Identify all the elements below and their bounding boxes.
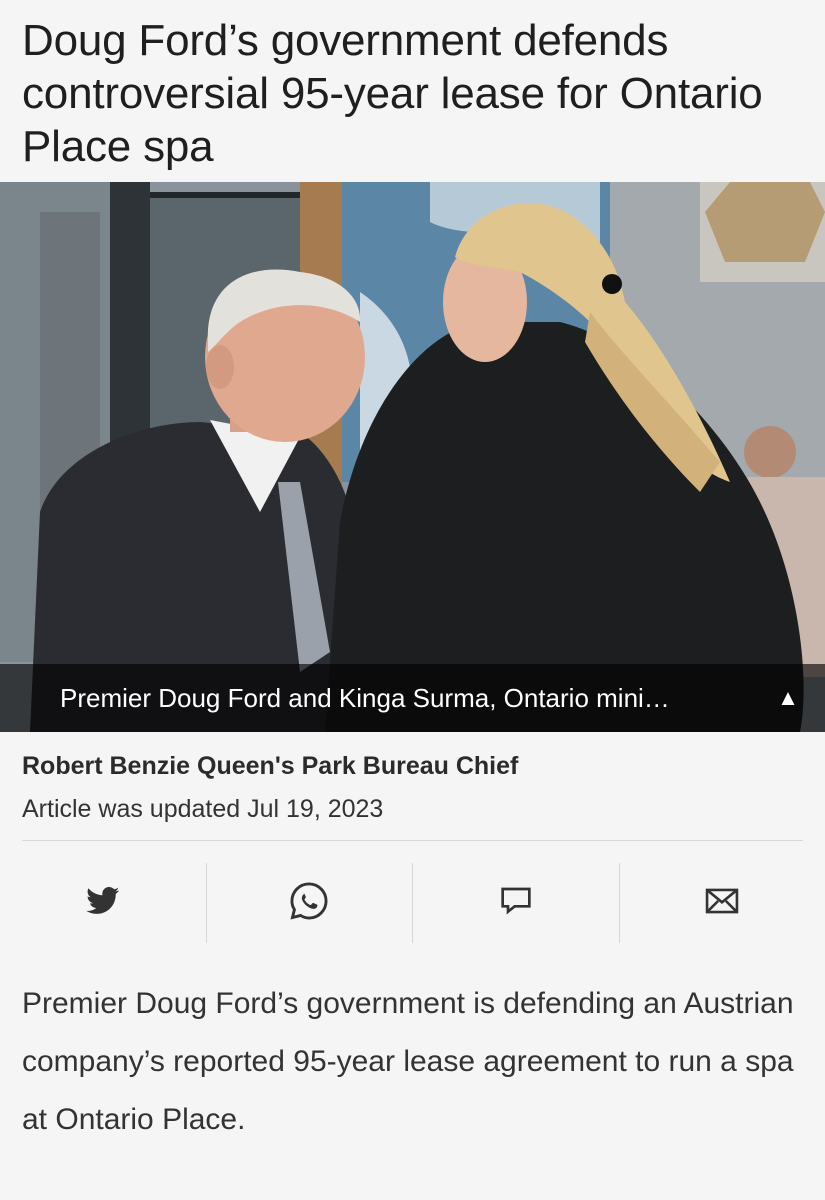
share-email-button[interactable]: [620, 863, 825, 943]
share-bar: [0, 863, 825, 943]
divider: [22, 840, 803, 841]
article-paragraph: Premier Doug Ford’s government is defend…: [22, 987, 794, 1136]
photo-caption-bar[interactable]: Premier Doug Ford and Kinga Surma, Ontar…: [0, 664, 825, 732]
article-headline: Doug Ford’s government defends controver…: [22, 16, 763, 171]
caption-expand-toggle[interactable]: ▲: [773, 685, 803, 711]
article-photo[interactable]: Premier Doug Ford and Kinga Surma, Ontar…: [0, 182, 825, 732]
whatsapp-icon: [288, 880, 330, 927]
comment-icon: [500, 886, 532, 921]
share-whatsapp-button[interactable]: [207, 863, 413, 943]
share-comment-button[interactable]: [413, 863, 620, 943]
twitter-icon: [85, 886, 120, 920]
byline: Robert Benzie Queen's Park Bureau Chief …: [0, 732, 825, 824]
email-icon: [705, 888, 739, 919]
photo-illustration: [0, 182, 825, 732]
author-name[interactable]: Robert Benzie Queen's Park Bureau Chief: [22, 752, 803, 781]
photo-caption: Premier Doug Ford and Kinga Surma, Ontar…: [60, 682, 670, 713]
share-twitter-button[interactable]: [0, 863, 207, 943]
updated-date: Article was updated Jul 19, 2023: [22, 795, 384, 823]
